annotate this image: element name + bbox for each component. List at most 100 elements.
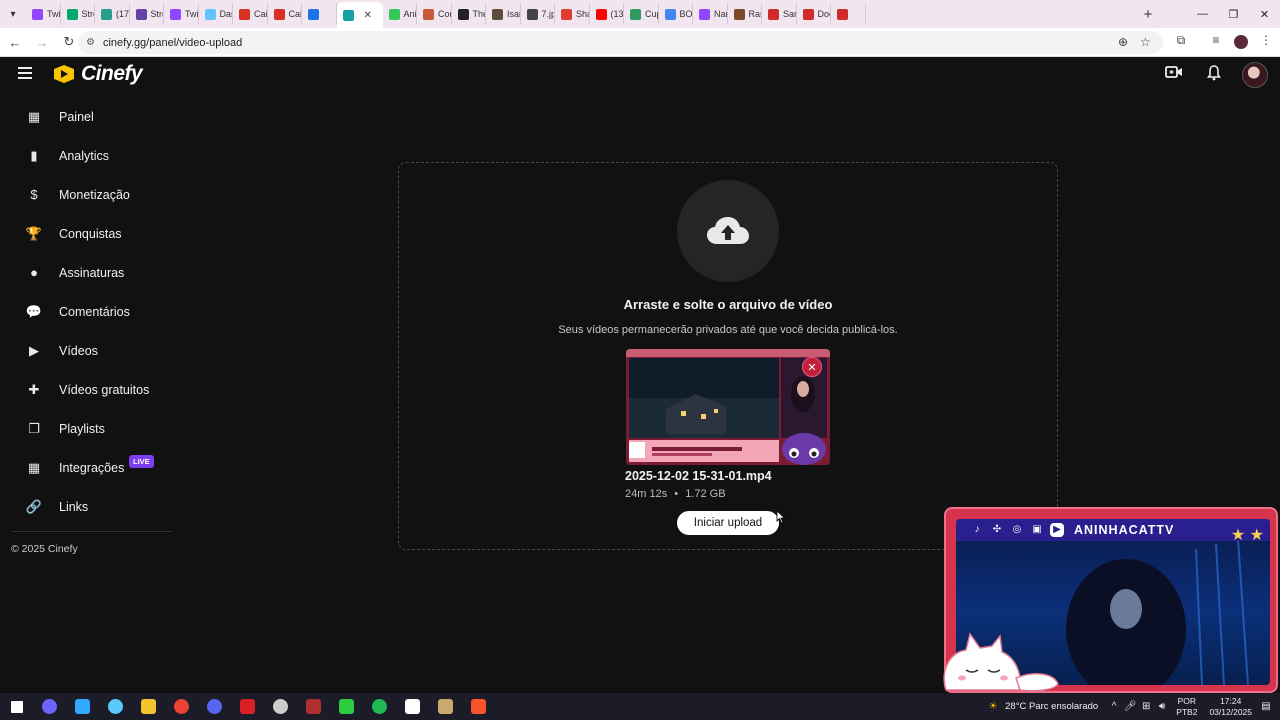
tab-label: San — [783, 9, 796, 19]
tray-chevron-icon[interactable]: ^ — [1106, 701, 1122, 712]
browser-tab[interactable]: Twit — [164, 3, 199, 25]
tab-favicon-icon — [561, 8, 572, 20]
sidebar-item-integracoes[interactable]: ▦ Integrações LIVE — [0, 448, 180, 487]
browser-tab[interactable]: Caix — [268, 3, 302, 25]
notifications-icon[interactable]: ▤ — [1258, 701, 1274, 712]
go-live-icon[interactable] — [1163, 65, 1185, 85]
extensions-icon[interactable]: ⧉ — [1172, 33, 1190, 48]
sidebar-item-links[interactable]: 🔗 Links — [0, 487, 180, 526]
browser-tab[interactable]: (13) — [590, 3, 624, 25]
network-icon[interactable]: ⊞ — [1138, 701, 1154, 712]
sidebar-item-videos-gratuitos[interactable]: ✚ Vídeos gratuitos — [0, 370, 180, 409]
browser-tab[interactable] — [831, 3, 866, 25]
browser-tab[interactable]: The — [452, 3, 486, 25]
taskbar-photoshop-icon[interactable] — [66, 693, 99, 720]
volume-icon[interactable]: 🔊︎ — [1154, 701, 1170, 712]
sidebar-item-comentarios[interactable]: 💬 Comentários — [0, 292, 180, 331]
tiktok-icon: ♪ — [974, 524, 980, 535]
browser-tab[interactable]: Isaic — [486, 3, 521, 25]
keyboard-layout: PTB2 — [1176, 706, 1198, 717]
browser-tab[interactable]: Doc — [797, 3, 831, 25]
taskbar-app-glyph — [240, 699, 255, 714]
start-upload-button[interactable]: Iniciar upload — [677, 511, 779, 535]
new-tab-button[interactable]: + — [1136, 6, 1160, 23]
taskbar-notion-icon[interactable] — [396, 693, 429, 720]
taskbar-voicemeeter-icon[interactable] — [297, 693, 330, 720]
browser-tab[interactable]: Cup — [624, 3, 659, 25]
analytics-icon: ▮ — [30, 147, 38, 163]
taskbar-app-glyph — [273, 699, 288, 714]
notifications-bell-icon[interactable] — [1203, 65, 1225, 85]
restore-button[interactable]: ❐ — [1218, 0, 1249, 28]
bookmark-star-icon[interactable]: ☆ — [1140, 35, 1151, 49]
taskbar-file-explorer-icon[interactable] — [132, 693, 165, 720]
tab-favicon-icon — [492, 8, 503, 20]
tab-label: Twit — [185, 9, 199, 19]
site-info-icon[interactable]: ⚙ — [86, 37, 95, 48]
close-window-button[interactable]: ✕ — [1249, 0, 1280, 28]
taskbar-app-glyph — [207, 699, 222, 714]
sidebar-item-assinaturas[interactable]: ● Assinaturas — [0, 253, 180, 292]
browser-menu-icon[interactable]: ⋮ — [1257, 33, 1275, 47]
browser-tab[interactable]: Ras — [728, 3, 762, 25]
browser-tab[interactable]: Anir — [383, 3, 417, 25]
forward-button[interactable]: → — [30, 30, 54, 54]
browser-tab[interactable]: 7.jp — [521, 3, 555, 25]
taskbar-brave-icon[interactable] — [462, 693, 495, 720]
channel-name: ANINHACATTV — [1074, 523, 1175, 537]
sidebar-item-videos[interactable]: ▶ Vídeos — [0, 331, 180, 370]
copyright-text: © 2025 Cinefy — [11, 543, 78, 555]
sidebar-item-monetizacao[interactable]: $ Monetização — [0, 175, 180, 214]
browser-tab[interactable]: Sha — [555, 3, 590, 25]
taskbar-streamer-app-icon[interactable] — [330, 693, 363, 720]
browser-tab[interactable]: Stre — [61, 3, 95, 25]
browser-tab[interactable]: Twit — [26, 3, 61, 25]
tab-close-icon[interactable]: ✕ — [364, 10, 372, 21]
url-field[interactable]: ⚙ cinefy.gg/panel/video-upload ⊕ ☆ — [78, 31, 1163, 54]
browser-tab[interactable]: Caix — [233, 3, 268, 25]
zoom-icon[interactable]: ⊕ — [1118, 35, 1128, 49]
sidebar-item-playlists[interactable]: ❐ Playlists — [0, 409, 180, 448]
browser-tab[interactable]: BOT — [659, 3, 693, 25]
clock[interactable]: 17:24 03/12/2025 — [1209, 696, 1252, 718]
menu-icon[interactable] — [18, 67, 32, 79]
weather-text[interactable]: 28°C Parc ensolarado — [1005, 701, 1098, 712]
cinefy-logo[interactable]: Cinefy — [52, 62, 143, 86]
sidebar-item-painel[interactable]: ▦ Painel — [0, 97, 180, 136]
browser-tab[interactable]: Stre — [130, 3, 164, 25]
sidebar-item-analytics[interactable]: ▮ Analytics — [0, 136, 180, 175]
user-avatar[interactable] — [1242, 62, 1268, 88]
browser-tab[interactable]: Nar — [693, 3, 728, 25]
taskbar-search-icon[interactable] — [33, 693, 66, 720]
weather-icon[interactable]: ☀ — [985, 701, 1001, 712]
browser-tab[interactable]: Dash — [199, 3, 233, 25]
taskbar-spotify-icon[interactable] — [363, 693, 396, 720]
taskbar-app-glyph — [372, 699, 387, 714]
taskbar-discord-icon[interactable] — [198, 693, 231, 720]
sidebar-item-conquistas[interactable]: 🏆 Conquistas — [0, 214, 180, 253]
microphone-icon[interactable]: 🎤︎ — [1122, 701, 1138, 712]
remove-file-button[interactable]: ✕ — [802, 357, 822, 377]
taskbar-copilot-icon[interactable] — [99, 693, 132, 720]
live-badge: LIVE — [129, 455, 154, 468]
back-button[interactable]: ← — [3, 30, 27, 54]
taskbar-creative-cloud-icon[interactable] — [231, 693, 264, 720]
clock-time: 17:24 — [1220, 695, 1242, 706]
browser-tab[interactable]: ✕ — [336, 2, 383, 28]
taskbar-chrome-icon[interactable] — [165, 693, 198, 720]
browser-tab[interactable]: Con — [417, 3, 452, 25]
minimize-button[interactable]: — — [1187, 0, 1218, 28]
taskbar-windows-start-icon[interactable] — [0, 693, 33, 720]
language-indicator[interactable]: POR PTB2 — [1176, 696, 1197, 718]
browser-profile-avatar[interactable] — [1234, 35, 1248, 49]
tab-search-icon[interactable]: ▾ — [0, 0, 26, 28]
browser-tab[interactable] — [302, 3, 337, 25]
browser-tab[interactable]: San — [762, 3, 797, 25]
browser-tab[interactable]: (17) — [95, 3, 130, 25]
video-dropzone[interactable]: Arraste e solte o arquivo de vídeo Seus … — [398, 162, 1058, 550]
sidebar-divider — [12, 531, 172, 532]
reading-list-icon[interactable]: ≡ — [1207, 33, 1225, 47]
taskbar-obs-icon[interactable] — [264, 693, 297, 720]
taskbar-league-icon[interactable] — [429, 693, 462, 720]
kick-icon: ✣ — [992, 524, 1002, 535]
